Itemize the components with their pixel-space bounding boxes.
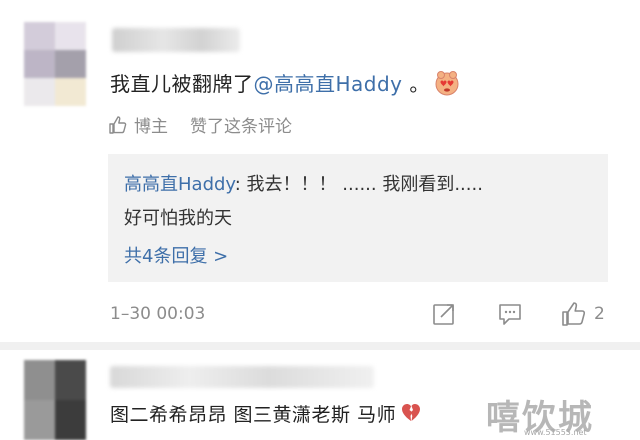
reply-text-2: 好可怕我的天 (124, 208, 232, 229)
liked-by-author[interactable]: 博主 (134, 112, 168, 137)
reply-author-link[interactable]: 高高直Haddy (124, 174, 235, 195)
liked-by-action: 赞了这条评论 (190, 117, 292, 137)
comment-2-body: 图二希希昂昂 图三黄潇老斯 马师 (110, 404, 397, 426)
share-icon[interactable] (430, 300, 458, 328)
like-count: 2 (594, 304, 605, 324)
reply-box[interactable]: 高高直Haddy: 我去！！！ ...... 我刚看到..... 好可怕我的天 … (108, 154, 608, 282)
username-2-blurred[interactable] (110, 366, 374, 388)
heart-eyes-emoji-icon (435, 71, 459, 96)
mention-link[interactable]: @高高直Haddy (254, 72, 403, 96)
site-watermark-url: www.51555.net (524, 428, 587, 437)
comment-text-after: 。 (402, 72, 430, 96)
divider (0, 342, 640, 350)
view-all-replies-link[interactable]: 共4条回复 > (124, 242, 228, 268)
comment-text-before: 我直儿被翻牌了 (110, 72, 254, 96)
like-icon[interactable] (560, 300, 588, 328)
broken-heart-icon (402, 404, 421, 421)
reply-text-1: : 我去！！！ ...... 我刚看到..... (234, 174, 483, 195)
comment-timestamp: 1–30 00:03 (110, 304, 206, 324)
thumbs-up-icon (109, 115, 127, 134)
comment-2-text: 图二希希昂昂 图三黄潇老斯 马师 (110, 400, 422, 427)
comment-text: 我直儿被翻牌了@高高直Haddy 。 (110, 68, 460, 97)
reply-icon[interactable] (496, 300, 524, 328)
liked-by-author-row: 博主 赞了这条评论 (108, 112, 292, 137)
username-blurred[interactable] (112, 28, 240, 52)
avatar[interactable] (24, 22, 86, 106)
avatar-2[interactable] (24, 360, 86, 440)
reply-line-1: 高高直Haddy: 我去！！！ ...... 我刚看到..... (124, 170, 483, 196)
